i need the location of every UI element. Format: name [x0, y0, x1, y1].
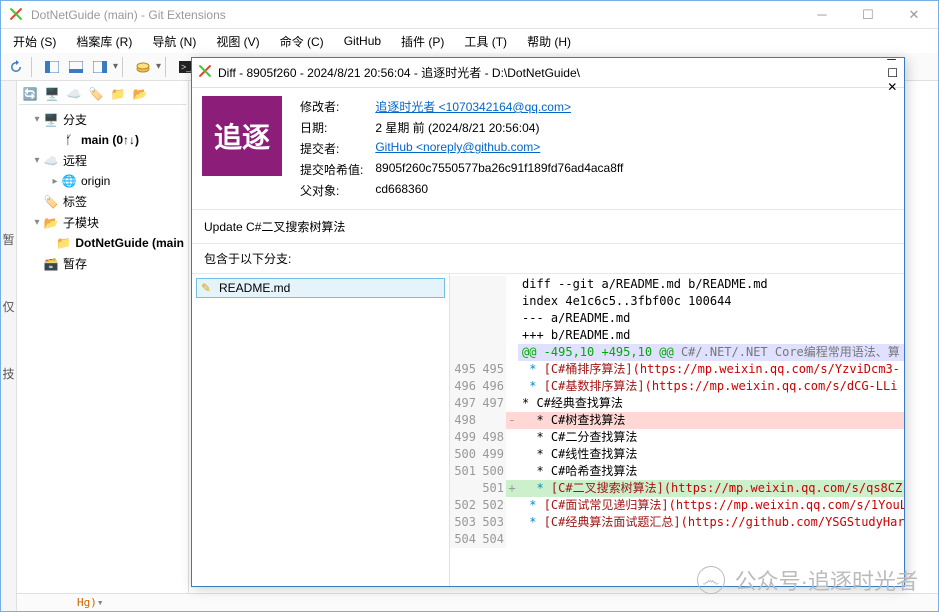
diff-avatar: 追逐: [202, 96, 282, 176]
watermark: ෴ 公众号·追逐时光者: [697, 564, 918, 596]
branches-label: 包含于以下分支:: [192, 244, 904, 274]
minimize-button[interactable]: ─: [810, 4, 834, 26]
tree-branches[interactable]: ▾🖥️分支: [19, 109, 186, 130]
hash-value: 8905f260c7550577ba26c91f189fd76ad4aca8ff: [369, 159, 629, 180]
label-date: 日期:: [294, 117, 369, 138]
sb-refresh-icon[interactable]: 🔄: [20, 85, 40, 103]
label-parent: 父对象:: [294, 180, 369, 201]
tag-icon: 🏷️: [43, 194, 59, 210]
left-strip: 暂 仅 技: [1, 81, 17, 611]
diff-app-icon: [198, 64, 212, 81]
layout3-button[interactable]: [89, 56, 111, 78]
diff-file-item[interactable]: ✎ README.md: [196, 278, 445, 298]
close-button[interactable]: ✕: [902, 4, 926, 26]
tree-remotes[interactable]: ▾☁️远程: [19, 150, 186, 171]
monitor-icon: 🖥️: [43, 112, 59, 128]
sidebar: 🔄 🖥️ ☁️ 🏷️ 📁 📂 ▾🖥️分支 ᚶmain (0↑↓) ▾☁️远程 ▸…: [17, 81, 189, 611]
tree-tags[interactable]: 🏷️标签: [19, 191, 186, 212]
tree-main-branch[interactable]: ᚶmain (0↑↓): [19, 130, 186, 150]
menu-repository[interactable]: 档案库 (R): [68, 30, 140, 53]
label-hash: 提交哈希值:: [294, 159, 369, 180]
app-icon: [9, 7, 25, 23]
diff-titlebar: Diff - 8905f260 - 2024/8/21 20:56:04 - 追…: [192, 58, 904, 88]
label-modifier: 修改者:: [294, 96, 369, 117]
refresh-button[interactable]: [5, 56, 27, 78]
label-committer: 提交者:: [294, 138, 369, 159]
tree-submodule-item[interactable]: 📁DotNetGuide (main: [19, 233, 186, 253]
wechat-icon: ෴: [697, 566, 725, 594]
file-name: README.md: [219, 281, 290, 295]
tree-stash[interactable]: 🗃️暂存: [19, 253, 186, 274]
sb-monitor-icon[interactable]: 🖥️: [42, 85, 62, 103]
layout2-button[interactable]: [65, 56, 87, 78]
commit-message: Update C#二叉搜索树算法: [192, 210, 904, 244]
parent-value: cd668360: [369, 180, 629, 201]
diff-minimize-button[interactable]: ─: [887, 52, 898, 66]
stash-icon: 🗃️: [43, 256, 59, 272]
diff-files-panel: ✎ README.md: [192, 274, 450, 586]
cloud-icon: ☁️: [43, 153, 59, 169]
window-title: DotNetGuide (main) - Git Extensions: [31, 8, 810, 22]
sb-folder-icon[interactable]: 📁: [108, 85, 128, 103]
sidebar-toolbar: 🔄 🖥️ ☁️ 🏷️ 📁 📂: [19, 83, 186, 105]
diff-window: Diff - 8905f260 - 2024/8/21 20:56:04 - 追…: [191, 57, 905, 587]
globe-icon: 🌐: [61, 173, 77, 189]
folder-open-icon: 📂: [43, 215, 59, 231]
menu-help[interactable]: 帮助 (H): [519, 30, 579, 53]
main-titlebar: DotNetGuide (main) - Git Extensions ─ ☐ …: [1, 1, 938, 29]
menu-navigation[interactable]: 导航 (N): [144, 30, 204, 53]
menu-view[interactable]: 视图 (V): [208, 30, 267, 53]
pencil-icon: ✎: [201, 281, 215, 295]
date-value: 2 星期 前 (2024/8/21 20:56:04): [369, 117, 629, 138]
menu-commands[interactable]: 命令 (C): [272, 30, 332, 53]
menu-github[interactable]: GitHub: [336, 31, 389, 51]
diff-maximize-button[interactable]: ☐: [887, 66, 898, 80]
maximize-button[interactable]: ☐: [856, 4, 880, 26]
tree-origin[interactable]: ▸🌐origin: [19, 171, 186, 191]
diff-info: 修改者: 追逐时光者 <1070342164@qq.com> 日期:2 星期 前 …: [294, 96, 894, 201]
menubar: 开始 (S) 档案库 (R) 导航 (N) 视图 (V) 命令 (C) GitH…: [1, 29, 938, 53]
sb-tag-icon[interactable]: 🏷️: [86, 85, 106, 103]
folder-icon: 📁: [56, 235, 71, 251]
branch-icon: ᚶ: [61, 132, 77, 148]
sb-folder2-icon[interactable]: 📂: [130, 85, 150, 103]
committer-link[interactable]: GitHub <noreply@github.com>: [375, 140, 540, 154]
menu-tools[interactable]: 工具 (T): [456, 30, 515, 53]
menu-start[interactable]: 开始 (S): [5, 30, 64, 53]
sb-cloud-icon[interactable]: ☁️: [64, 85, 84, 103]
diff-viewer[interactable]: diff --git a/README.md b/README.mdindex …: [450, 274, 904, 586]
tree-submodules[interactable]: ▾📂子模块: [19, 212, 186, 233]
stash-button[interactable]: [132, 56, 154, 78]
menu-plugins[interactable]: 插件 (P): [393, 30, 452, 53]
layout1-button[interactable]: [41, 56, 63, 78]
diff-title: Diff - 8905f260 - 2024/8/21 20:56:04 - 追…: [218, 64, 887, 81]
modifier-link[interactable]: 追逐时光者 <1070342164@qq.com>: [375, 100, 571, 114]
